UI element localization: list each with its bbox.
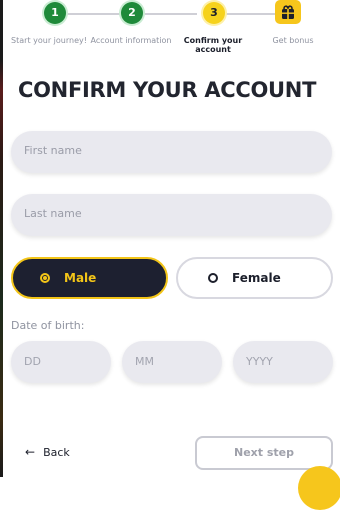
gender-label-male: Male bbox=[64, 271, 97, 285]
radio-selected-icon bbox=[40, 273, 50, 283]
left-edge-strip bbox=[0, 0, 3, 477]
dob-month-field[interactable]: MM bbox=[122, 341, 222, 383]
dob-month-placeholder: MM bbox=[135, 355, 154, 368]
step-number-badge: 1 bbox=[44, 2, 66, 24]
step-label: Start your journey! bbox=[11, 36, 87, 45]
back-label: Back bbox=[43, 445, 70, 459]
next-step-button[interactable]: Next step bbox=[195, 436, 333, 470]
gift-bag-icon bbox=[275, 0, 301, 24]
step-number-badge: 3 bbox=[203, 2, 225, 24]
back-button[interactable]: ← Back bbox=[25, 445, 70, 459]
progress-stepper: 1 Start your journey! 2 Account informat… bbox=[0, 0, 340, 62]
step-connector bbox=[225, 13, 275, 15]
dob-day-field[interactable]: DD bbox=[11, 341, 111, 383]
page-title: CONFIRM YOUR ACCOUNT bbox=[18, 78, 317, 102]
gender-option-female[interactable]: Female bbox=[176, 257, 333, 299]
first-name-placeholder: First name bbox=[24, 144, 82, 157]
dob-year-field[interactable]: YYYY bbox=[233, 341, 333, 383]
step-connector bbox=[62, 13, 120, 15]
radio-unselected-icon bbox=[208, 273, 218, 283]
floating-action-button[interactable] bbox=[298, 466, 340, 510]
step-connector bbox=[145, 13, 197, 15]
last-name-placeholder: Last name bbox=[24, 207, 82, 220]
gender-label-female: Female bbox=[232, 271, 281, 285]
step-label: Confirm your account bbox=[183, 36, 243, 54]
step-label: Account information bbox=[90, 36, 172, 45]
last-name-field[interactable]: Last name bbox=[11, 194, 332, 236]
date-of-birth-label: Date of birth: bbox=[11, 319, 85, 332]
dob-year-placeholder: YYYY bbox=[246, 355, 273, 368]
first-name-field[interactable]: First name bbox=[11, 131, 332, 173]
dob-day-placeholder: DD bbox=[24, 355, 41, 368]
gender-option-male[interactable]: Male bbox=[11, 257, 168, 299]
step-number-badge: 2 bbox=[121, 2, 143, 24]
step-label: Get bonus bbox=[272, 36, 314, 45]
arrow-left-icon: ← bbox=[25, 445, 36, 459]
